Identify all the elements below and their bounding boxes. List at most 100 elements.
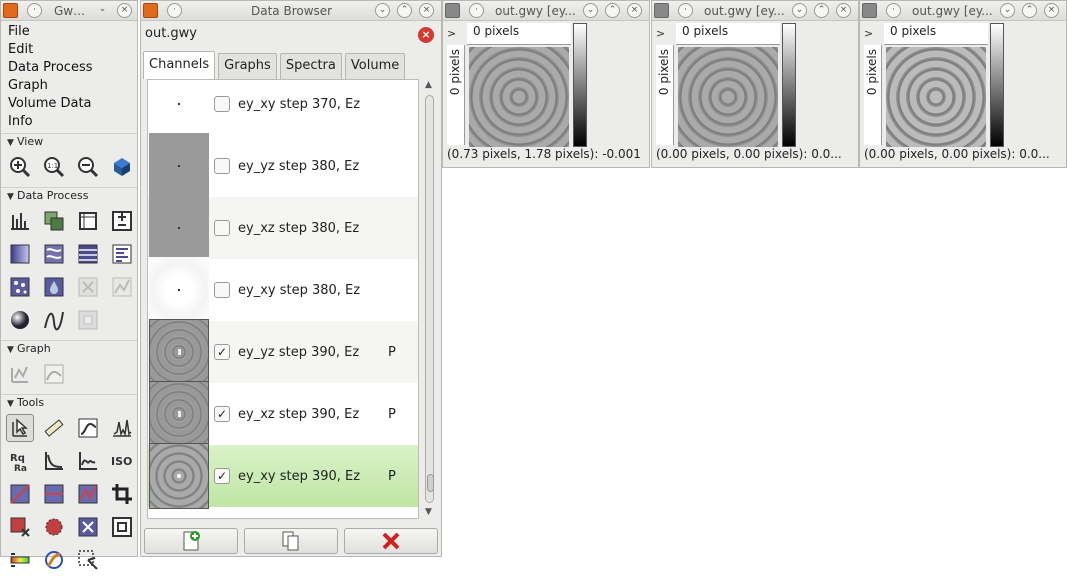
polynomial-level-icon[interactable]: [6, 480, 34, 508]
section-tools[interactable]: ▼ Tools: [1, 394, 137, 410]
scrollbar-thumb[interactable]: [427, 474, 434, 492]
lines-icon[interactable]: [74, 240, 102, 268]
menu-volume-data[interactable]: Volume Data: [1, 95, 137, 113]
zoom-out-icon[interactable]: [74, 153, 102, 181]
distribution-tool-icon[interactable]: [40, 447, 68, 475]
maximize-button[interactable]: ⌃: [814, 3, 829, 18]
data-browser-titlebar[interactable]: · Data Browser ⌄ ⌃ ×: [141, 1, 441, 21]
zoom-1-1-icon[interactable]: 1:1: [40, 153, 68, 181]
channel-visible-checkbox[interactable]: [214, 96, 230, 112]
remove-spots-icon[interactable]: [6, 513, 34, 541]
channel-row[interactable]: ✓ ey_xz step 390, Ez P: [148, 381, 418, 447]
channel-name[interactable]: ey_xy step 380, Ez: [238, 283, 388, 298]
close-window-button[interactable]: ×: [627, 3, 642, 18]
channel-visible-checkbox[interactable]: [214, 282, 230, 298]
duplicate-channel-button[interactable]: [244, 528, 338, 554]
profile-tool-icon[interactable]: [74, 414, 102, 442]
close-file-icon[interactable]: ×: [418, 27, 434, 43]
maximize-button[interactable]: ⌃: [605, 3, 620, 18]
zoom-in-icon[interactable]: [6, 153, 34, 181]
spectro-tool-icon[interactable]: [108, 414, 136, 442]
minimize-icon[interactable]: ⌄: [95, 3, 110, 18]
channel-visible-checkbox[interactable]: ✓: [214, 468, 230, 484]
window-menu-button[interactable]: ·: [678, 3, 693, 18]
line-stats-icon[interactable]: [74, 546, 102, 574]
window-menu-button[interactable]: ·: [886, 3, 901, 18]
minimize-button[interactable]: ⌄: [583, 3, 598, 18]
color-range-icon[interactable]: [6, 546, 34, 574]
selection-tool-icon[interactable]: [108, 513, 136, 541]
tab-graphs[interactable]: Graphs: [218, 53, 277, 79]
toolbox-titlebar[interactable]: · Gw… ⌄ ×: [1, 1, 137, 21]
fix-zero-icon[interactable]: [40, 207, 68, 235]
scrollbar-track[interactable]: [425, 95, 434, 503]
three-point-level-icon[interactable]: [40, 480, 68, 508]
channel-image[interactable]: [469, 47, 569, 147]
channel-visible-checkbox[interactable]: ✓: [214, 344, 230, 360]
tab-channels[interactable]: Channels: [143, 51, 216, 79]
3d-view-icon[interactable]: [108, 153, 136, 181]
mask-editor-icon[interactable]: [40, 513, 68, 541]
channel-window-2[interactable]: · out.gwy [ey... ⌄ ⌃ × > 0 pixels 0 pixe…: [651, 0, 859, 168]
channel-name[interactable]: ey_xy step 390, Ez: [238, 469, 388, 484]
delete-channel-button[interactable]: [344, 528, 438, 554]
close-window-button[interactable]: ×: [1044, 3, 1059, 18]
scroll-down-icon[interactable]: ▼: [425, 507, 432, 517]
minimize-button[interactable]: ⌄: [1000, 3, 1015, 18]
iso-tool-icon[interactable]: ISO: [108, 447, 136, 475]
menu-data-process[interactable]: Data Process: [1, 59, 137, 77]
maximize-button[interactable]: ⌃: [397, 3, 412, 18]
grains-icon[interactable]: [6, 273, 34, 301]
channel-row[interactable]: ey_xy step 370, Ez: [148, 80, 418, 137]
stats-tool-icon[interactable]: [74, 447, 102, 475]
menu-graph[interactable]: Graph: [1, 77, 137, 95]
view-menu-arrow-icon[interactable]: >: [656, 27, 665, 40]
section-data-process[interactable]: ▼ Data Process: [1, 187, 137, 203]
channel-image[interactable]: [886, 47, 986, 147]
channel-row[interactable]: ey_xz step 380, Ez: [148, 195, 418, 261]
channel-window-1[interactable]: · out.gwy [ey... ⌄ ⌃ × > 0 pixels 0 pixe…: [442, 0, 650, 168]
channel-name[interactable]: ey_xy step 370, Ez: [238, 97, 388, 112]
channel-row[interactable]: ey_yz step 380, Ez: [148, 133, 418, 199]
arithmetic-icon[interactable]: [108, 207, 136, 235]
window-menu-button[interactable]: ·: [469, 3, 484, 18]
channel-list-scrollbar[interactable]: ▲ ▼: [423, 79, 436, 519]
roughness-tool-icon[interactable]: Rq Ra: [6, 447, 34, 475]
scroll-up-icon[interactable]: ▲: [425, 80, 432, 90]
pattern-icon[interactable]: [40, 240, 68, 268]
view-menu-arrow-icon[interactable]: >: [447, 27, 456, 40]
minimize-button[interactable]: ⌄: [792, 3, 807, 18]
crop-resize-icon[interactable]: [74, 207, 102, 235]
menu-info[interactable]: Info: [1, 113, 137, 131]
filter-tool-icon[interactable]: [40, 546, 68, 574]
menu-file[interactable]: File: [1, 23, 137, 41]
channel-name[interactable]: ey_xz step 380, Ez: [238, 221, 388, 236]
channel-name[interactable]: ey_xz step 390, Ez: [238, 407, 388, 422]
remove-grains-icon[interactable]: [74, 513, 102, 541]
pointer-tool-icon[interactable]: [6, 414, 34, 442]
shader-sphere-icon[interactable]: [6, 306, 34, 334]
channel-name[interactable]: ey_yz step 380, Ez: [238, 159, 388, 174]
curve-icon[interactable]: [40, 306, 68, 334]
channel-name[interactable]: ey_yz step 390, Ez: [238, 345, 388, 360]
tab-spectra[interactable]: Spectra: [279, 53, 342, 79]
channel-image[interactable]: [678, 47, 778, 147]
channel-visible-checkbox[interactable]: ✓: [214, 406, 230, 422]
crop-tool-icon[interactable]: [108, 480, 136, 508]
minimize-button[interactable]: ⌄: [375, 3, 390, 18]
channel-window-3[interactable]: · out.gwy [ey... ⌄ ⌃ × > 0 pixels 0 pixe…: [859, 0, 1067, 168]
level-icon[interactable]: [6, 207, 34, 235]
channel-window-titlebar[interactable]: · out.gwy [ey... ⌄ ⌃ ×: [860, 1, 1066, 21]
path-level-icon[interactable]: [74, 480, 102, 508]
watershed-icon[interactable]: [40, 273, 68, 301]
close-window-button[interactable]: ×: [419, 3, 434, 18]
channel-visible-checkbox[interactable]: [214, 220, 230, 236]
close-window-button[interactable]: ×: [117, 3, 132, 18]
menu-edit[interactable]: Edit: [1, 41, 137, 59]
channel-row[interactable]: ✓ ey_yz step 390, Ez P: [148, 319, 418, 385]
ruler-tool-icon[interactable]: [40, 414, 68, 442]
channel-row[interactable]: ey_xy step 380, Ez: [148, 257, 418, 323]
section-view[interactable]: ▼ View: [1, 133, 137, 149]
view-menu-arrow-icon[interactable]: >: [864, 27, 873, 40]
channel-window-titlebar[interactable]: · out.gwy [ey... ⌄ ⌃ ×: [652, 1, 858, 21]
